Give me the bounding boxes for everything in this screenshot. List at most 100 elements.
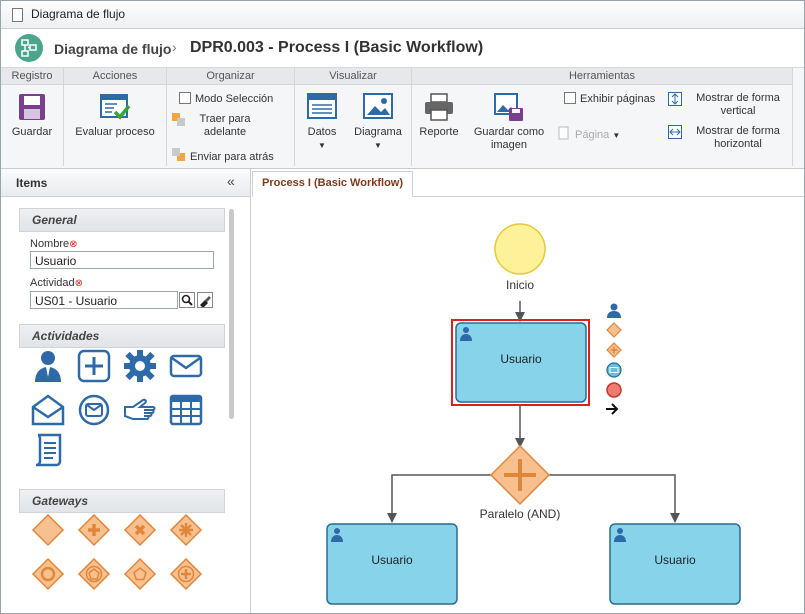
ribbon-group-title: Visualizar	[295, 68, 411, 85]
exclusive-gateway-icon[interactable]	[31, 513, 65, 547]
select-mode-checkbox[interactable]: Modo Selección	[179, 92, 273, 106]
tab-process[interactable]: Process I (Basic Workflow)	[252, 171, 414, 197]
panel-scrollbar[interactable]	[229, 209, 234, 419]
bring-forward-label: Traer para adelante	[199, 113, 251, 138]
horizontal-label: Mostrar de forma horizontal	[696, 125, 780, 150]
section-title: Actividades	[32, 329, 100, 343]
name-input[interactable]: Usuario	[30, 251, 214, 269]
diagram-svg: Inicio Usuario Paralelo (AND) Usuario Us…	[326, 223, 741, 605]
page-dropdown-button[interactable]: Página ▼	[557, 126, 620, 142]
manual-hand-icon[interactable]	[123, 393, 157, 427]
diagram-image-icon	[363, 93, 393, 119]
quick-add-end-event-icon[interactable]	[606, 382, 622, 398]
printer-icon	[425, 93, 453, 121]
section-title: General	[32, 213, 77, 227]
quick-add-parallel-gateway-icon[interactable]	[606, 342, 622, 358]
gear-icon[interactable]	[123, 349, 157, 383]
script-scroll-icon[interactable]	[31, 433, 65, 467]
report-label: Reporte	[419, 126, 459, 138]
message-event-icon[interactable]	[77, 393, 111, 427]
sub-process-icon[interactable]	[77, 349, 111, 383]
show-pages-label: Exhibir páginas	[580, 93, 656, 105]
bring-forward-button[interactable]: Traer para adelante	[172, 113, 260, 139]
vertical-label: Mostrar de forma vertical	[696, 92, 780, 117]
caret-down-icon: ▼	[612, 131, 621, 140]
parallel-gateway-icon[interactable]	[77, 513, 111, 547]
page-icon	[558, 126, 569, 140]
task-label: Usuario	[371, 553, 413, 567]
items-panel: Items « General Nombre⊗ Usuario Activida…	[1, 169, 251, 613]
save-as-image-button[interactable]: Guardar como imagen	[468, 92, 550, 152]
ribbon-group-acciones: Acciones Evaluar proceso	[64, 68, 167, 166]
ribbon-group-title: Herramientas	[412, 68, 792, 85]
bring-forward-icon	[172, 113, 185, 126]
section-activities[interactable]: Actividades	[19, 324, 225, 348]
save-button[interactable]: Guardar	[7, 92, 57, 139]
items-panel-header: Items «	[1, 169, 250, 197]
evaluate-process-button[interactable]: Evaluar proceso	[70, 92, 160, 139]
name-label: Nombre⊗	[30, 238, 78, 250]
image-save-icon	[494, 93, 523, 121]
horizontal-layout-button[interactable]: Mostrar de forma horizontal	[668, 125, 790, 151]
show-pages-checkbox[interactable]: Exhibir páginas	[564, 92, 655, 106]
ribbon-group-title: Organizar	[167, 68, 294, 85]
vertical-layout-button[interactable]: Mostrar de forma vertical	[668, 92, 790, 118]
section-gateways[interactable]: Gateways	[19, 489, 225, 513]
section-general[interactable]: General	[19, 208, 225, 232]
connector-gateway-right[interactable]	[549, 474, 680, 523]
title-bar: Diagrama de flujo	[1, 1, 804, 29]
gateway-label: Paralelo (AND)	[480, 507, 561, 521]
search-icon[interactable]	[179, 292, 195, 308]
breadcrumb-separator: ›	[172, 39, 177, 55]
application-window: Diagrama de flujo Diagrama de flujo › DP…	[0, 0, 805, 614]
table-grid-icon[interactable]	[169, 393, 203, 427]
quick-add-message-event-icon[interactable]	[606, 362, 622, 378]
start-event[interactable]	[494, 223, 546, 275]
floppy-disk-icon	[19, 94, 45, 120]
ribbon-group-visualizar: Visualizar Datos ▼ Diagrama ▼	[295, 68, 412, 166]
diagram-dropdown-button[interactable]: Diagrama ▼	[349, 92, 407, 152]
ribbon-group-title: Acciones	[64, 68, 166, 85]
required-icon: ⊗	[74, 278, 84, 289]
required-icon: ⊗	[69, 239, 78, 250]
quick-add-user-icon[interactable]	[607, 303, 621, 319]
xor-gateway-icon[interactable]	[123, 513, 157, 547]
ribbon-group-registro: Registro Guardar	[1, 68, 64, 166]
page-title: DPR0.003 - Process I (Basic Workflow)	[190, 39, 484, 56]
app-header: Diagrama de flujo › DPR0.003 - Process I…	[1, 29, 804, 68]
exclusive-event-gateway-icon[interactable]	[123, 557, 157, 591]
app-name[interactable]: Diagrama de flujo	[54, 41, 171, 57]
inclusive-gateway-icon[interactable]	[31, 557, 65, 591]
envelope-icon[interactable]	[169, 349, 203, 383]
horizontal-layout-icon	[668, 125, 682, 139]
send-back-button[interactable]: Enviar para atrás	[172, 148, 274, 164]
connector-gateway-left[interactable]	[387, 474, 492, 523]
ribbon-group-title: Registro	[1, 68, 63, 85]
diagram-label: Diagrama	[354, 126, 402, 138]
flowchart-logo-icon	[15, 34, 43, 62]
activity-input[interactable]: US01 - Usuario	[30, 291, 178, 309]
clear-eraser-icon[interactable]	[197, 292, 213, 308]
ribbon-toolbar: Registro Guardar Acciones Evaluar proces…	[1, 68, 804, 169]
checkbox-box	[564, 92, 576, 104]
open-envelope-icon[interactable]	[31, 393, 65, 427]
diagram-canvas[interactable]: Inicio Usuario Paralelo (AND) Usuario Us…	[252, 197, 804, 613]
send-back-icon	[172, 148, 185, 161]
data-label: Datos	[307, 126, 337, 138]
data-table-icon	[307, 93, 337, 119]
page-label: Página	[575, 129, 610, 141]
caret-down-icon: ▼	[318, 141, 326, 150]
evaluate-label: Evaluar proceso	[75, 126, 155, 138]
quick-add-connector-arrow-icon[interactable]	[606, 403, 619, 415]
report-button[interactable]: Reporte	[415, 92, 463, 139]
parallel-event-gateway-icon[interactable]	[169, 557, 203, 591]
complex-gateway-icon[interactable]	[169, 513, 203, 547]
user-task-icon[interactable]	[31, 349, 65, 383]
document-icon	[12, 8, 23, 22]
vertical-layout-icon	[668, 92, 682, 106]
collapse-panel-icon[interactable]: «	[227, 173, 235, 189]
quick-add-gateway-icon[interactable]	[606, 322, 622, 338]
event-based-gateway-icon[interactable]	[77, 557, 111, 591]
evaluate-check-icon	[100, 94, 131, 120]
data-dropdown-button[interactable]: Datos ▼	[301, 92, 343, 152]
